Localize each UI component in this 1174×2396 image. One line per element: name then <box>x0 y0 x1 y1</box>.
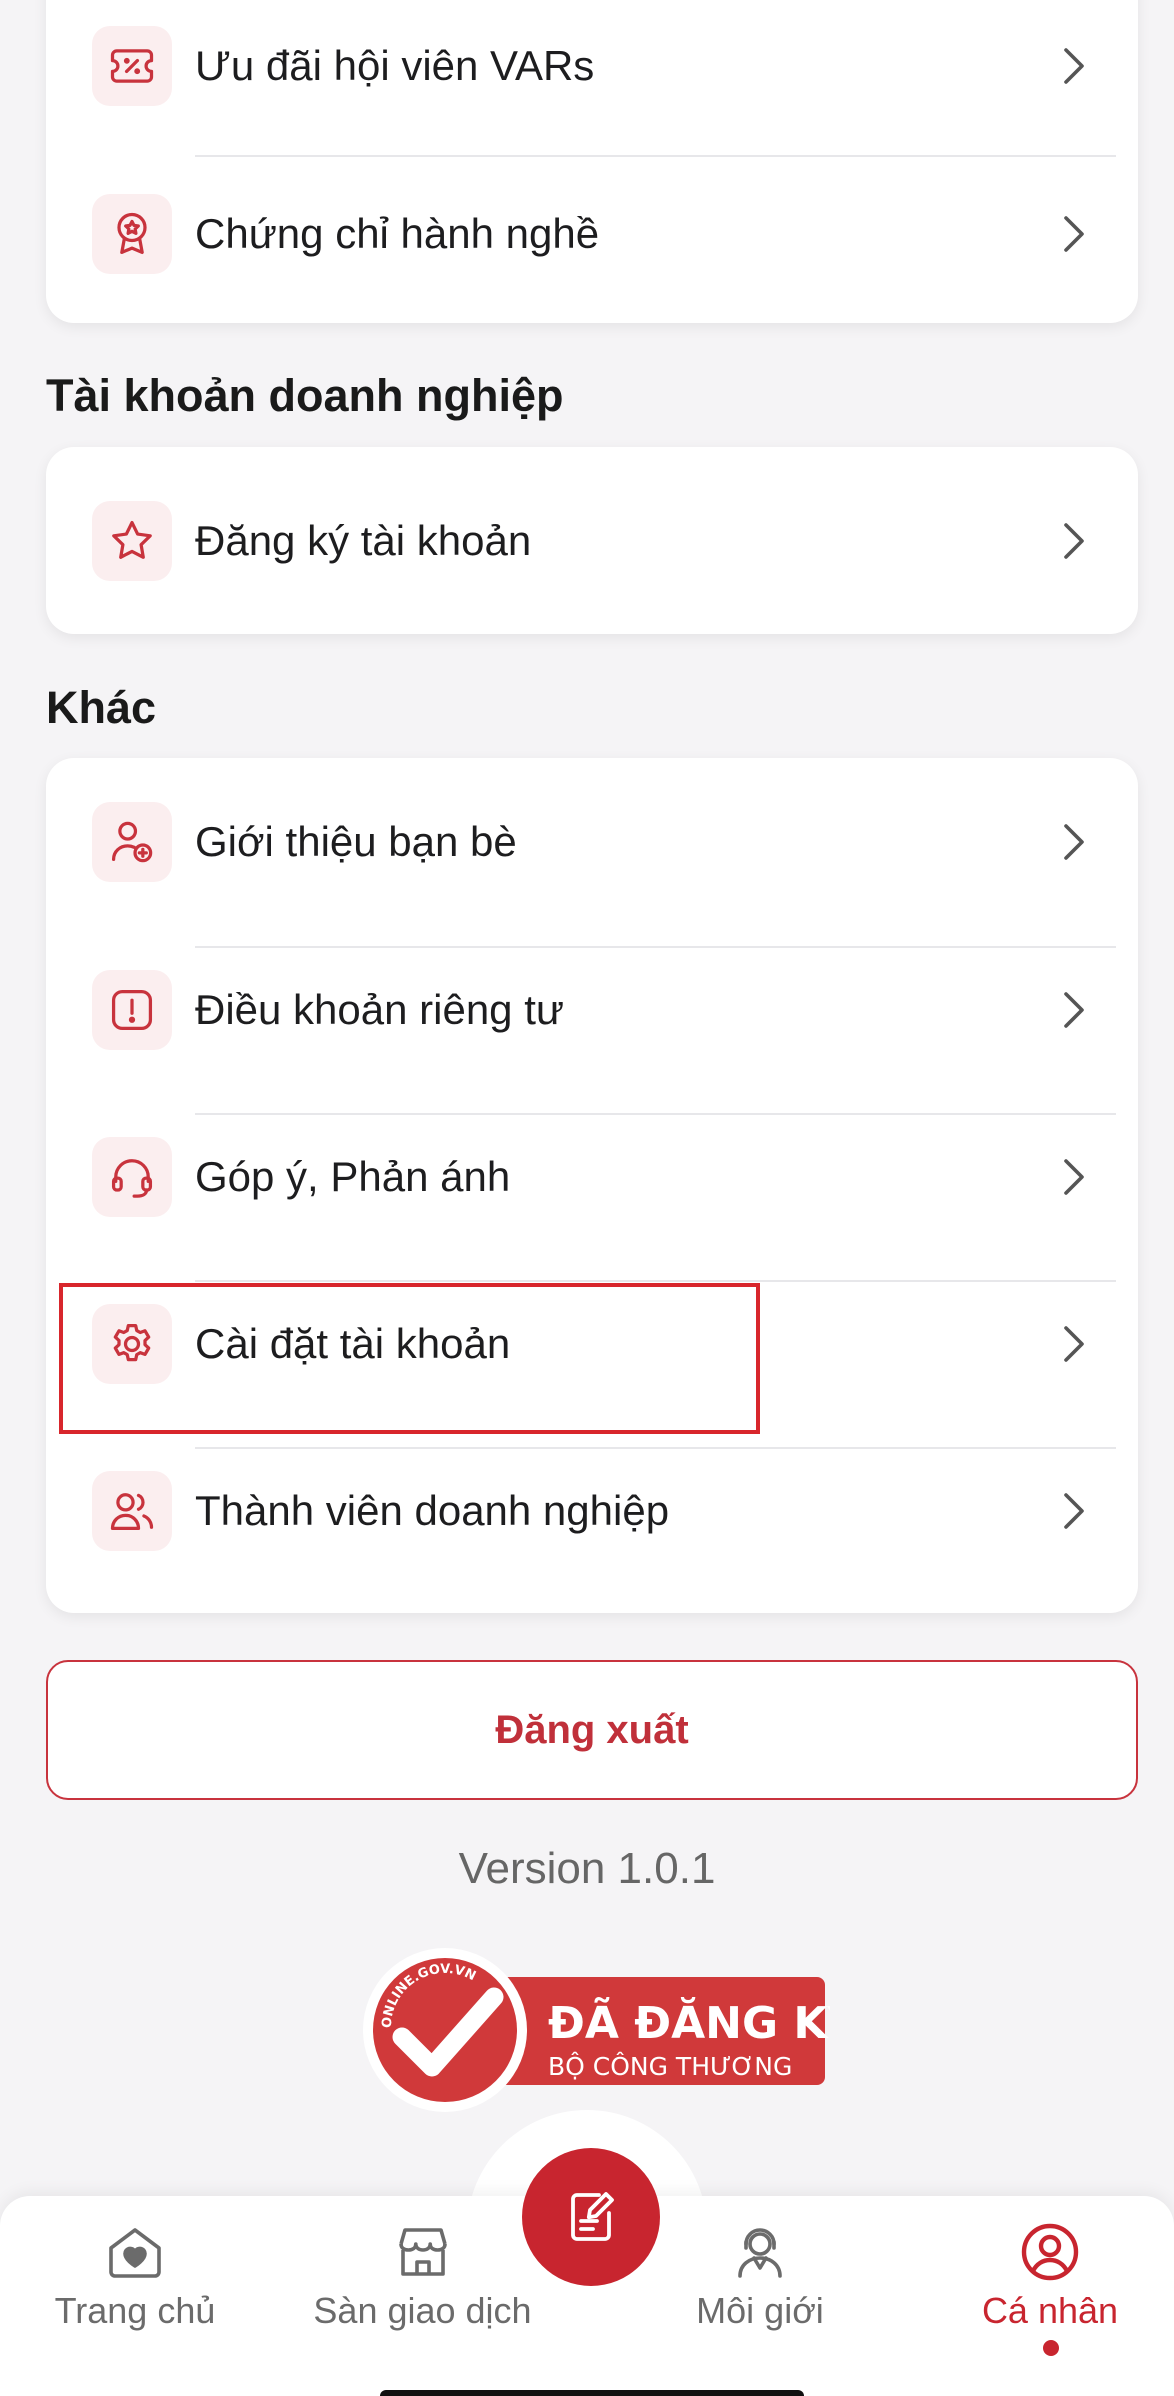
chevron-right-icon <box>1064 1492 1084 1529</box>
nav-label: Môi giới <box>696 2290 824 2331</box>
badge-line1: ĐÃ ĐĂNG KÝ <box>548 1996 830 2049</box>
nav-item-profile[interactable]: Cá nhân <box>960 2220 1140 2332</box>
nav-label: Sàn giao dịch <box>313 2290 532 2331</box>
chevron-right-icon <box>1064 47 1084 84</box>
menu-item-register-account[interactable]: Đăng ký tài khoản <box>46 457 1138 624</box>
menu-item-account-settings[interactable]: Cài đặt tài khoản <box>46 1260 1138 1427</box>
profile-icon <box>1021 2223 1079 2281</box>
chevron-right-icon <box>1064 823 1084 860</box>
version-text: Version 1.0.1 <box>458 1844 716 1893</box>
nav-item-home[interactable]: Trang chủ <box>40 2220 230 2332</box>
chevron-right-icon <box>1064 1325 1084 1362</box>
menu-item-label: Giới thiệu bạn bè <box>195 817 517 865</box>
chevron-right-icon <box>1064 1158 1084 1195</box>
menu-item-label: Cài đặt tài khoản <box>195 1319 511 1367</box>
menu-item-vars-benefits[interactable]: Ưu đãi hội viên VARs <box>46 0 1138 149</box>
menu-item-feedback[interactable]: Góp ý, Phản ánh <box>46 1093 1138 1260</box>
gear-icon <box>92 1303 172 1384</box>
nav-item-exchange[interactable]: Sàn giao dịch <box>300 2220 545 2332</box>
discount-ticket-icon <box>92 25 172 106</box>
section-title-other: Khác <box>46 682 157 733</box>
menu-item-label: Chứng chỉ hành nghề <box>195 209 600 257</box>
menu-item-label: Thành viên doanh nghiệp <box>195 1486 670 1534</box>
business-account-card: Đăng ký tài khoản <box>46 447 1138 634</box>
certificate-badge-icon <box>92 193 172 274</box>
menu-item-label: Ưu đãi hội viên VARs <box>195 41 595 89</box>
broker-icon <box>738 2228 782 2278</box>
menu-item-label: Điều khoản riêng tư <box>195 985 564 1033</box>
headset-icon <box>92 1136 172 1217</box>
star-icon <box>92 500 172 581</box>
other-card: Giới thiệu bạn bè Điều khoản riêng tư Gó… <box>46 758 1138 1613</box>
user-add-icon <box>92 801 172 882</box>
nav-label: Cá nhân <box>981 2290 1119 2331</box>
nav-label: Trang chủ <box>54 2290 216 2331</box>
nav-item-broker[interactable]: Môi giới <box>660 2220 860 2332</box>
edit-note-icon <box>571 2192 614 2241</box>
chevron-right-icon <box>1064 991 1084 1028</box>
membership-card: Ưu đãi hội viên VARs Chứng chỉ hành nghề <box>46 0 1138 323</box>
menu-item-refer-friends[interactable]: Giới thiệu bạn bè <box>46 758 1138 925</box>
logout-button[interactable]: Đăng xuất <box>46 1660 1138 1800</box>
home-heart-icon <box>109 2228 161 2278</box>
badge-line2: BỘ CÔNG THƯƠNG <box>548 2051 792 2081</box>
chevron-right-icon <box>1064 522 1084 559</box>
store-icon <box>398 2228 447 2276</box>
moit-registered-badge: ONLINE.GOV.VN ĐÃ ĐĂNG KÝ BỘ CÔNG THƯƠNG <box>363 1948 830 2112</box>
section-title-business-account: Tài khoản doanh nghiệp <box>46 370 564 421</box>
users-icon <box>92 1470 172 1551</box>
menu-item-business-members[interactable]: Thành viên doanh nghiệp <box>46 1427 1138 1594</box>
create-post-button[interactable] <box>522 2148 660 2286</box>
menu-item-label: Góp ý, Phản ánh <box>195 1152 511 1200</box>
chevron-right-icon <box>1064 215 1084 252</box>
alert-icon <box>92 969 172 1050</box>
home-indicator <box>380 2390 804 2396</box>
menu-item-practice-certificate[interactable]: Chứng chỉ hành nghề <box>46 150 1138 317</box>
active-indicator-dot <box>1043 2340 1059 2356</box>
menu-item-label: Đăng ký tài khoản <box>195 516 532 564</box>
menu-item-privacy-terms[interactable]: Điều khoản riêng tư <box>46 926 1138 1093</box>
